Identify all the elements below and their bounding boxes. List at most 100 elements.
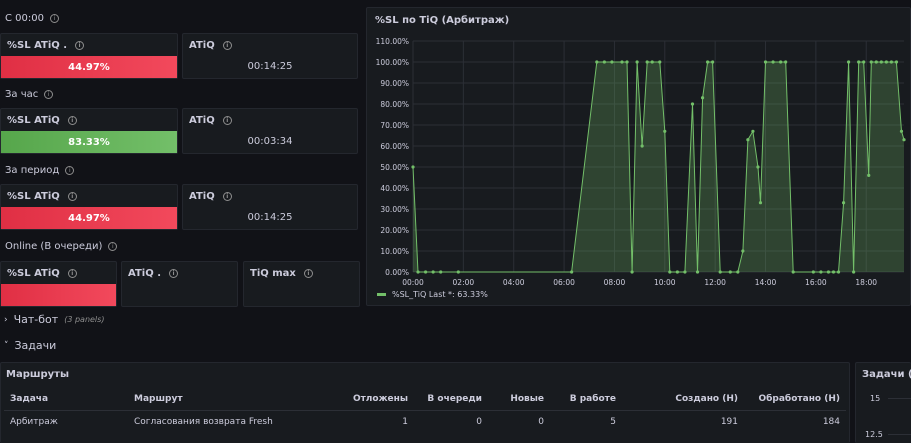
x-tick-label: 16:00 — [805, 278, 827, 287]
data-point — [852, 270, 856, 274]
panel-title: %SL ATiQ . — [7, 40, 68, 51]
info-icon[interactable]: i — [303, 269, 313, 278]
data-point — [423, 270, 428, 274]
stat-panel-atiq-2[interactable]: ATiQ i 00:03:34 — [182, 108, 358, 154]
data-point — [645, 60, 649, 64]
x-tick-label: 04:00 — [503, 278, 525, 287]
info-icon[interactable]: i — [222, 116, 232, 125]
stat-value: 44.97% — [68, 61, 110, 73]
row-panel-count: (3 panels) — [64, 315, 105, 324]
stat-panel-tiq-max[interactable]: TiQ max i — [243, 261, 360, 307]
table-cell: 0 — [476, 417, 482, 427]
row-title-since-midnight: С 00:00 i — [5, 13, 59, 24]
row-tasks[interactable]: ˅ Задачи — [4, 339, 56, 352]
column-header[interactable]: Новые — [488, 388, 550, 411]
stat-bar — [1, 284, 116, 306]
column-header[interactable]: В работе — [550, 388, 622, 411]
info-icon[interactable]: i — [67, 269, 77, 278]
legend-swatch — [377, 293, 386, 296]
y-tick-label: 12.5 — [865, 430, 883, 439]
panel-title: Маршруты — [6, 369, 69, 380]
data-point — [884, 60, 888, 64]
row-title-text: За период — [5, 165, 60, 176]
data-point — [819, 270, 823, 274]
y-tick-label: 15 — [870, 394, 881, 403]
data-point — [889, 60, 894, 64]
data-point — [836, 270, 841, 274]
chevron-down-icon: ˅ — [4, 340, 9, 351]
stat-panel-atiq-3[interactable]: ATiQ i 00:14:25 — [182, 184, 358, 230]
panel-title: ATiQ — [189, 191, 215, 202]
data-point — [675, 270, 679, 274]
panel-title: ATiQ — [189, 40, 215, 51]
row-title-text: С 00:00 — [5, 13, 44, 24]
y-tick-label: 0.00% — [385, 268, 409, 277]
info-icon[interactable]: i — [49, 14, 59, 23]
data-point — [620, 60, 624, 64]
info-icon[interactable]: i — [67, 116, 77, 125]
stat-panel-sl-atiq-3[interactable]: %SL ATiQ i 44.97% — [0, 184, 178, 230]
chart-panel[interactable]: %SL по TiQ (Арбитраж) 0.00% 10.00% 20.00% 3… — [366, 7, 911, 306]
info-icon[interactable]: i — [222, 41, 232, 50]
x-tick-label: 00:00 — [402, 278, 424, 287]
row-title-text: Чат-бот — [13, 313, 59, 326]
y-tick-label: 100.00% — [376, 58, 409, 67]
data-point — [763, 60, 768, 64]
column-header[interactable]: Отложены — [320, 388, 414, 411]
stat-panel-sl-atiq-2[interactable]: %SL ATiQ i 83.33% — [0, 108, 178, 154]
data-point — [700, 96, 705, 100]
panel-title: TiQ max — [250, 268, 296, 279]
stat-bar: 83.33% — [1, 131, 177, 153]
info-icon[interactable]: i — [169, 269, 178, 278]
data-point — [826, 270, 831, 274]
chart-legend[interactable]: %SL_TiQ Last *: 63.33% — [377, 290, 488, 299]
y-tick-label: 60.00% — [380, 142, 409, 151]
stat-panel-sl-atiq-1[interactable]: %SL ATiQ . i 44.97% — [0, 33, 178, 79]
gridline — [888, 398, 911, 399]
row-title-text: Задачи — [14, 339, 57, 352]
data-point — [456, 270, 460, 274]
data-point — [879, 60, 883, 64]
panel-title: %SL ATiQ — [7, 191, 60, 202]
column-header[interactable]: В очереди — [414, 388, 488, 411]
x-tick-label: 10:00 — [654, 278, 676, 287]
table-cell: 191 — [720, 417, 738, 427]
column-header[interactable]: Обработано (Н) — [744, 388, 846, 411]
info-icon[interactable]: i — [108, 242, 118, 251]
stat-panel-atiq-1[interactable]: ATiQ i 00:14:25 — [182, 33, 358, 79]
column-header[interactable]: Маршрут — [128, 388, 320, 411]
row-title-per-period: За период i — [5, 165, 75, 176]
y-tick-label: 50.00% — [380, 163, 409, 172]
info-icon[interactable]: i — [222, 192, 232, 201]
y-tick-label: 20.00% — [380, 226, 409, 235]
data-point — [602, 60, 606, 64]
data-point — [841, 201, 846, 205]
info-icon[interactable]: i — [67, 192, 77, 201]
data-point — [635, 60, 639, 64]
data-point — [570, 270, 574, 274]
sl-chart: 0.00% 10.00% 20.00% 30.00% 40.00% 50.00% 60.00… — [376, 37, 906, 287]
data-point — [416, 270, 420, 274]
tasks-chart-panel[interactable]: Задачи (Ар 15 12.5 — [855, 362, 911, 443]
routes-panel[interactable]: Маршруты Задача Маршрут Отложены В очере… — [0, 362, 850, 443]
data-point — [431, 270, 435, 274]
table-cell: 5 — [610, 417, 616, 427]
data-point — [902, 138, 906, 142]
info-icon[interactable]: i — [44, 90, 54, 99]
data-point — [640, 144, 644, 148]
row-chatbot[interactable]: › Чат-бот (3 panels) — [4, 313, 104, 326]
x-tick-label: 14:00 — [755, 278, 777, 287]
info-icon[interactable]: i — [75, 41, 85, 50]
column-header[interactable]: Создано (Н) — [622, 388, 744, 411]
stat-value: 00:03:34 — [247, 136, 293, 147]
stat-panel-atiq-4[interactable]: ATiQ . i — [121, 261, 238, 307]
data-point — [758, 201, 763, 205]
table-header-row: Задача Маршрут Отложены В очереди Новые … — [4, 388, 846, 411]
row-title-per-hour: За час i — [5, 89, 54, 100]
column-header[interactable]: Задача — [4, 388, 128, 411]
data-point — [756, 165, 760, 169]
stat-panel-sl-atiq-4[interactable]: %SL ATiQ i — [0, 261, 117, 307]
data-point — [695, 270, 700, 274]
info-icon[interactable]: i — [65, 166, 75, 175]
table-row[interactable]: Арбитраж Согласования возврата Fresh 1 0… — [4, 411, 846, 434]
